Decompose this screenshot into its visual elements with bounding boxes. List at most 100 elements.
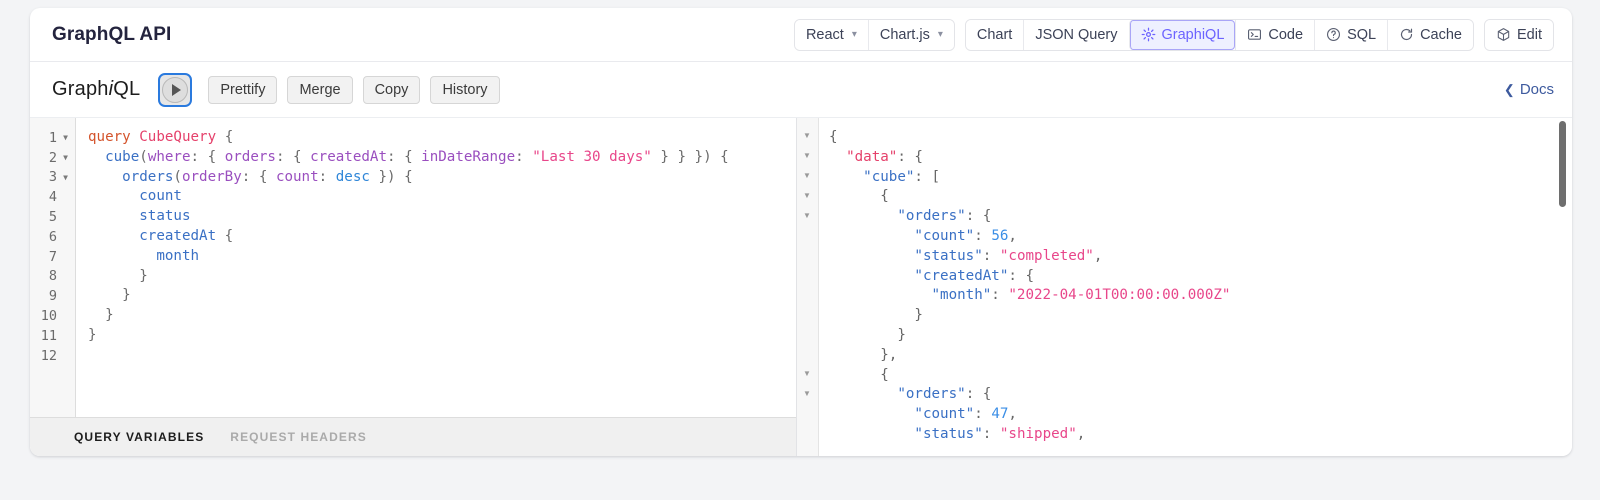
json-line: "count": 56, bbox=[829, 227, 1572, 247]
fold-triangle-icon[interactable]: ▼ bbox=[803, 389, 811, 398]
code-line: query CubeQuery { bbox=[88, 128, 796, 148]
fold-triangle-icon[interactable]: ▼ bbox=[803, 211, 811, 220]
copy-button[interactable]: Copy bbox=[363, 76, 421, 104]
fold-triangle-icon[interactable]: ▼ bbox=[60, 173, 71, 182]
view-tab-group: Chart JSON Query GraphiQL bbox=[965, 19, 1474, 51]
json-line: "month": "2022-04-01T00:00:00.000Z" bbox=[829, 286, 1572, 306]
query-code-area[interactable]: 1▼ 2▼ 3▼ 4▼ 5▼ 6▼ 7▼ 8▼ 9▼ 10▼ 11▼ 12▼ q… bbox=[30, 118, 796, 417]
tab-json-query-label: JSON Query bbox=[1035, 26, 1117, 44]
code-line: month bbox=[88, 247, 796, 267]
json-line: "data": { bbox=[829, 148, 1572, 168]
tab-chart-label: Chart bbox=[977, 26, 1012, 44]
prettify-button[interactable]: Prettify bbox=[208, 76, 277, 104]
tab-sql-label: SQL bbox=[1347, 26, 1376, 44]
tab-graphiql[interactable]: GraphiQL bbox=[1129, 20, 1236, 50]
line-number: 12▼ bbox=[30, 346, 75, 366]
line-number: 5▼ bbox=[30, 207, 75, 227]
graphiql-logo-prefix: Graph bbox=[52, 78, 109, 100]
execute-query-button[interactable] bbox=[158, 73, 192, 107]
terminal-icon bbox=[1247, 27, 1262, 42]
line-number: 2▼ bbox=[30, 148, 75, 168]
framework-select-group: React ▾ Chart.js ▾ bbox=[794, 19, 955, 51]
edit-button[interactable]: Edit bbox=[1485, 20, 1553, 50]
code-line: orders(orderBy: { count: desc }) { bbox=[88, 168, 796, 188]
result-fold-gutter: ▼ ▼ ▼ ▼ ▼ ▼ ▼ bbox=[797, 118, 819, 456]
code-line: createdAt { bbox=[88, 227, 796, 247]
fold-triangle-icon[interactable]: ▼ bbox=[803, 151, 811, 160]
result-scrollbar-thumb[interactable] bbox=[1559, 121, 1566, 207]
line-number: 1▼ bbox=[30, 128, 75, 148]
json-line: "count": 47, bbox=[829, 405, 1572, 425]
merge-button[interactable]: Merge bbox=[287, 76, 352, 104]
fold-triangle-icon[interactable]: ▼ bbox=[803, 171, 811, 180]
chevron-down-icon: ▾ bbox=[938, 26, 943, 44]
tab-code[interactable]: Code bbox=[1235, 20, 1314, 50]
history-button-label: History bbox=[442, 82, 487, 98]
result-pane: ▼ ▼ ▼ ▼ ▼ ▼ ▼ { "data": { "cube": [ { "o… bbox=[797, 118, 1572, 456]
play-triangle bbox=[172, 84, 181, 96]
json-line: }, bbox=[829, 346, 1572, 366]
line-number: 7▼ bbox=[30, 247, 75, 267]
json-line: { bbox=[829, 187, 1572, 207]
json-line: "orders": { bbox=[829, 207, 1572, 227]
docs-link[interactable]: ❮ Docs bbox=[1504, 81, 1554, 98]
json-line: { bbox=[829, 128, 1572, 148]
json-line: "orders": { bbox=[829, 385, 1572, 405]
graphiql-toolbar: GraphiQL Prettify Merge Copy History ❮ D… bbox=[30, 62, 1572, 118]
graphiql-logo: GraphiQL bbox=[52, 78, 140, 101]
tab-query-variables[interactable]: QUERY VARIABLES bbox=[74, 430, 204, 444]
fold-triangle-icon[interactable]: ▼ bbox=[60, 153, 71, 162]
chevron-down-icon: ▾ bbox=[852, 26, 857, 44]
line-number: 11▼ bbox=[30, 326, 75, 346]
code-line bbox=[88, 346, 796, 366]
docs-link-label: Docs bbox=[1520, 81, 1554, 98]
query-code[interactable]: query CubeQuery { cube(where: { orders: … bbox=[76, 118, 796, 417]
card-header: GraphQL API React ▾ Chart.js ▾ Chart JSO… bbox=[30, 8, 1572, 62]
page-title: GraphQL API bbox=[52, 24, 171, 46]
line-number: 6▼ bbox=[30, 227, 75, 247]
tab-graphiql-label: GraphiQL bbox=[1162, 26, 1225, 44]
code-line: } bbox=[88, 326, 796, 346]
json-line: "status": "shipped", bbox=[829, 425, 1572, 445]
cube-icon bbox=[1496, 27, 1511, 42]
edit-button-group: Edit bbox=[1484, 19, 1554, 51]
graphql-api-card: GraphQL API React ▾ Chart.js ▾ Chart JSO… bbox=[30, 8, 1572, 456]
tab-cache-label: Cache bbox=[1420, 26, 1462, 44]
framework-select-react[interactable]: React ▾ bbox=[795, 20, 868, 50]
fold-triangle-icon[interactable]: ▼ bbox=[803, 131, 811, 140]
charting-library-select-chartjs[interactable]: Chart.js ▾ bbox=[868, 20, 954, 50]
fold-triangle-icon[interactable]: ▼ bbox=[803, 191, 811, 200]
tab-json-query[interactable]: JSON Query bbox=[1023, 20, 1128, 50]
json-line: "createdAt": { bbox=[829, 267, 1572, 287]
code-line: status bbox=[88, 207, 796, 227]
tab-chart[interactable]: Chart bbox=[966, 20, 1023, 50]
result-json: { "data": { "cube": [ { "orders": { "cou… bbox=[797, 118, 1572, 445]
line-number: 4▼ bbox=[30, 187, 75, 207]
json-line: "cube": [ bbox=[829, 168, 1572, 188]
tab-code-label: Code bbox=[1268, 26, 1303, 44]
header-controls: React ▾ Chart.js ▾ Chart JSON Query bbox=[794, 19, 1554, 51]
play-icon bbox=[162, 77, 188, 103]
chevron-left-icon: ❮ bbox=[1504, 82, 1515, 98]
question-icon bbox=[1326, 27, 1341, 42]
tab-sql[interactable]: SQL bbox=[1314, 20, 1387, 50]
gear-icon bbox=[1141, 27, 1156, 42]
line-number: 3▼ bbox=[30, 168, 75, 188]
charting-library-select-label: Chart.js bbox=[880, 26, 930, 44]
fold-triangle-icon[interactable]: ▼ bbox=[60, 133, 71, 142]
copy-button-label: Copy bbox=[375, 82, 409, 98]
framework-select-react-label: React bbox=[806, 26, 844, 44]
history-button[interactable]: History bbox=[430, 76, 499, 104]
code-line: count bbox=[88, 187, 796, 207]
line-number-gutter: 1▼ 2▼ 3▼ 4▼ 5▼ 6▼ 7▼ 8▼ 9▼ 10▼ 11▼ 12▼ bbox=[30, 118, 76, 417]
json-line: } bbox=[829, 306, 1572, 326]
merge-button-label: Merge bbox=[299, 82, 340, 98]
fold-triangle-icon[interactable]: ▼ bbox=[803, 369, 811, 378]
code-line: } bbox=[88, 306, 796, 326]
line-number: 10▼ bbox=[30, 306, 75, 326]
code-line: } bbox=[88, 286, 796, 306]
tab-request-headers[interactable]: REQUEST HEADERS bbox=[230, 430, 367, 444]
tab-cache[interactable]: Cache bbox=[1387, 20, 1473, 50]
edit-button-label: Edit bbox=[1517, 26, 1542, 44]
refresh-icon bbox=[1399, 27, 1414, 42]
